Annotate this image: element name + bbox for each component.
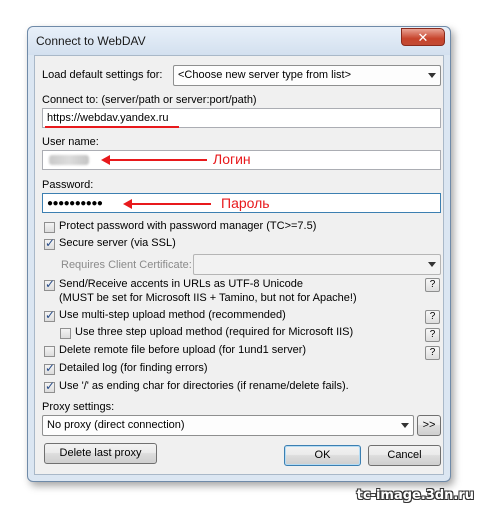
detailed-log-label: Detailed log (for finding errors) [59, 362, 208, 374]
client-certificate-label: Requires Client Certificate: [61, 259, 192, 271]
proxy-dropdown[interactable]: No proxy (direct connection) [42, 415, 414, 436]
watermark: tc-image.3dn.ru [356, 488, 474, 503]
webdav-dialog: Connect to WebDAV ✕ Load default setting… [27, 26, 451, 482]
slash-directories-checkbox[interactable] [44, 379, 55, 393]
server-type-value: <Choose new server type from list> [178, 69, 352, 81]
blurred-username [49, 155, 89, 165]
chevron-down-icon [401, 423, 409, 428]
annotation-arrow-line [109, 159, 207, 161]
delete-before-upload-checkbox[interactable] [44, 346, 55, 357]
password-mask: ●●●●●●●●●● [47, 198, 103, 209]
detailed-log-checkbox[interactable] [44, 361, 55, 375]
secure-server-checkbox[interactable] [44, 236, 55, 250]
help-button-delete[interactable]: ? [425, 346, 440, 360]
dialog-body: Load default settings for: <Choose new s… [34, 55, 444, 475]
close-icon: ✕ [417, 30, 429, 45]
utf8-note: (MUST be set for Microsoft IIS + Tamino,… [59, 292, 357, 304]
multistep-upload-checkbox[interactable] [44, 308, 55, 322]
secure-server-label: Secure server (via SSL) [59, 237, 176, 249]
client-certificate-dropdown[interactable] [193, 254, 441, 275]
delete-last-proxy-button[interactable]: Delete last proxy [44, 443, 157, 464]
close-button[interactable]: ✕ [401, 28, 445, 46]
proxy-settings-label: Proxy settings: [42, 401, 115, 413]
connect-to-label: Connect to: (server/path or server:port/… [42, 94, 257, 106]
slash-directories-label: Use '/' as ending char for directories (… [59, 380, 349, 392]
protect-password-checkbox[interactable] [44, 222, 55, 233]
threestep-upload-checkbox[interactable] [60, 328, 71, 339]
help-button-multistep[interactable]: ? [425, 310, 440, 324]
window-title: Connect to WebDAV [36, 34, 146, 48]
title-bar: Connect to WebDAV ✕ [28, 27, 450, 55]
utf8-checkbox[interactable] [44, 277, 55, 291]
protect-password-label: Protect password with password manager (… [59, 220, 317, 232]
server-type-dropdown[interactable]: <Choose new server type from list> [173, 65, 441, 86]
multistep-upload-label: Use multi-step upload method (recommende… [59, 309, 286, 321]
chevron-down-icon [428, 262, 436, 267]
delete-before-upload-label: Delete remote file before upload (for 1u… [59, 344, 307, 356]
help-button-utf8[interactable]: ? [425, 278, 440, 292]
ok-button[interactable]: OK [284, 445, 361, 466]
user-name-label: User name: [42, 136, 99, 148]
cancel-button[interactable]: Cancel [368, 445, 441, 466]
connect-to-input[interactable]: https://webdav.yandex.ru [42, 108, 441, 128]
proxy-more-button[interactable]: >> [417, 415, 441, 436]
proxy-value: No proxy (direct connection) [47, 419, 185, 431]
chevron-down-icon [428, 73, 436, 78]
help-button-threestep[interactable]: ? [425, 328, 440, 342]
url-underline [45, 126, 179, 128]
annotation-arrow-line [131, 203, 211, 205]
utf8-label: Send/Receive accents in URLs as UTF-8 Un… [59, 278, 303, 290]
login-annotation: Логин [213, 151, 251, 167]
password-annotation: Пароль [221, 195, 270, 211]
connect-to-value: https://webdav.yandex.ru [47, 112, 169, 124]
threestep-upload-label: Use three step upload method (required f… [75, 326, 354, 338]
load-defaults-label: Load default settings for: [42, 69, 163, 81]
password-label: Password: [42, 179, 94, 191]
